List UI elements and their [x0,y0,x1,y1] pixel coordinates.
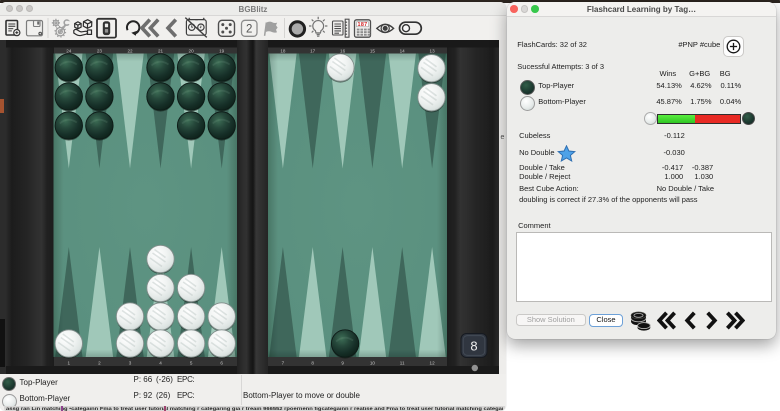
svg-text:e: e [501,134,505,141]
svg-text:8: 8 [470,339,477,354]
svg-text:7: 7 [282,361,285,366]
svg-text:13: 13 [430,49,436,54]
svg-text:187: 187 [358,22,368,28]
svg-text:21: 21 [158,49,164,54]
svg-text:20: 20 [189,49,195,54]
svg-text:19: 19 [219,49,225,54]
svg-text:5: 5 [190,361,193,366]
svg-text:12: 12 [430,361,436,366]
svg-text:2: 2 [246,24,252,36]
svg-text:9: 9 [341,361,344,366]
svg-text:6: 6 [220,361,223,366]
svg-text:14: 14 [400,49,406,54]
svg-text:22: 22 [127,49,133,54]
svg-text:15: 15 [370,49,376,54]
svg-text:17: 17 [310,49,316,54]
svg-text:24: 24 [66,49,72,54]
svg-text:1: 1 [68,361,71,366]
svg-text:4: 4 [159,361,162,366]
svg-text:3: 3 [129,361,132,366]
svg-text:23: 23 [97,49,103,54]
svg-text:10: 10 [370,361,376,366]
svg-text:18: 18 [280,49,286,54]
svg-text:16: 16 [340,49,346,54]
svg-text:11: 11 [400,361,405,366]
svg-text:8: 8 [311,361,314,366]
svg-text:2: 2 [98,361,101,366]
